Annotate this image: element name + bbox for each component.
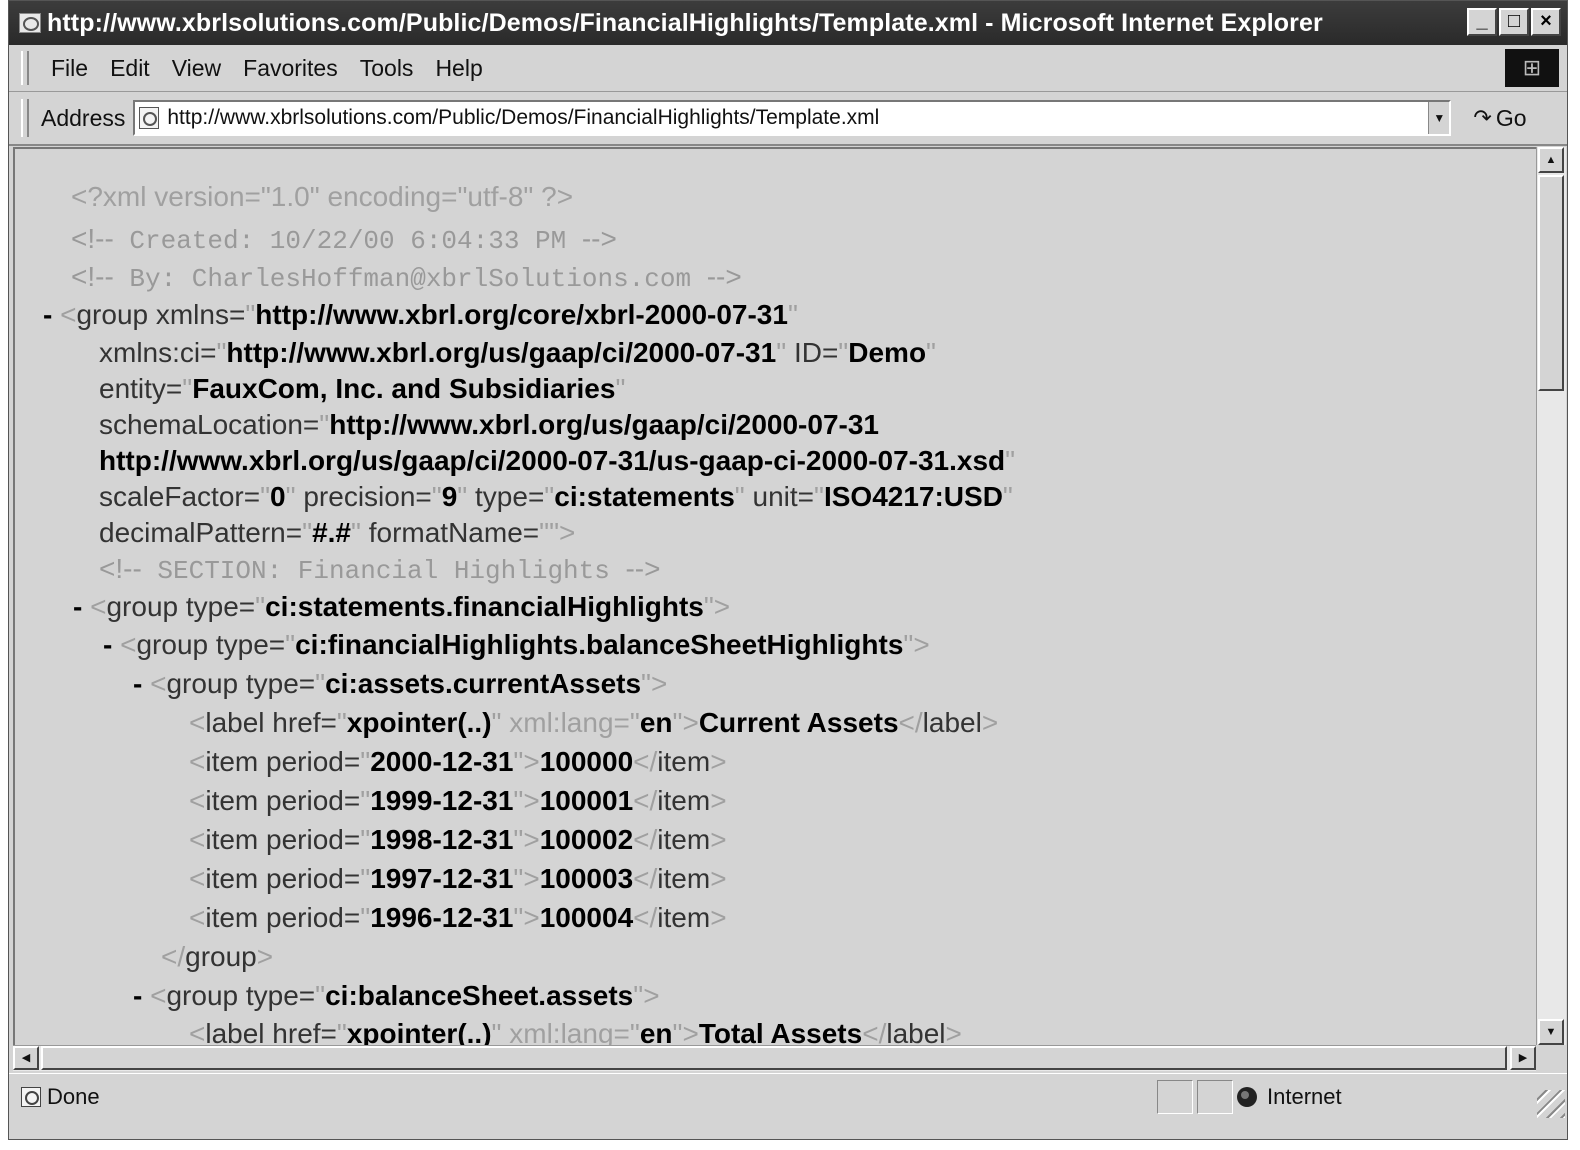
xml-group-root-open[interactable]: - <group xmlns="http://www.xbrl.org/core…: [43, 297, 798, 333]
zone-label: Internet: [1267, 1084, 1342, 1109]
address-bar: Address http://www.xbrlsolutions.com/Pub…: [9, 92, 1567, 146]
address-dropdown-button[interactable]: ▼: [1428, 102, 1450, 134]
address-input[interactable]: http://www.xbrlsolutions.com/Public/Demo…: [133, 100, 1452, 136]
status-pane: [1157, 1080, 1193, 1114]
xml-attr-line: schemaLocation="http://www.xbrl.org/us/g…: [99, 409, 879, 440]
menu-bar: File Edit View Favorites Tools Help ⊞: [9, 45, 1567, 92]
xml-group-open[interactable]: - <group type="ci:balanceSheet.assets">: [133, 978, 660, 1014]
ie-page-icon: [19, 13, 41, 33]
collapse-toggle[interactable]: -: [133, 980, 142, 1011]
xml-item-element: <item period="1998-12-31">100002</item>: [189, 824, 727, 855]
go-arrow-icon: ↷: [1473, 105, 1492, 130]
horizontal-scrollbar[interactable]: ◀ ▶: [13, 1045, 1536, 1071]
xml-item-element: <item period="1996-12-31">100004</item>: [189, 902, 727, 933]
xml-label-element: <label href="xpointer(..)" xml:lang="en"…: [189, 707, 999, 738]
xml-declaration: <?xml version="1.0" encoding="utf-8" ?>: [71, 181, 574, 212]
collapse-toggle[interactable]: -: [43, 299, 52, 330]
title-bar: http://www.xbrlsolutions.com/Public/Demo…: [9, 1, 1567, 45]
xml-document-view: <?xml version="1.0" encoding="utf-8" ?> …: [13, 147, 1538, 1047]
xml-attr-line: entity="FauxCom, Inc. and Subsidiaries": [99, 373, 626, 404]
minimize-button[interactable]: _: [1467, 8, 1497, 36]
window-title: http://www.xbrlsolutions.com/Public/Demo…: [47, 8, 1323, 37]
xml-group-open[interactable]: - <group type="ci:assets.currentAssets">: [133, 666, 667, 702]
xml-group-open[interactable]: - <group type="ci:statements.financialHi…: [73, 589, 730, 625]
globe-icon: [1237, 1087, 1257, 1107]
scroll-left-button[interactable]: ◀: [13, 1046, 39, 1070]
xml-comment: <!-- SECTION: Financial Highlights -->: [99, 553, 661, 586]
address-url[interactable]: http://www.xbrlsolutions.com/Public/Demo…: [167, 106, 879, 130]
go-label: Go: [1495, 104, 1527, 131]
xml-attr-line: scaleFactor="0" precision="9" type="ci:s…: [99, 481, 1013, 512]
xml-group-open[interactable]: - <group type="ci:financialHighlights.ba…: [103, 627, 930, 663]
menu-file[interactable]: File: [51, 55, 88, 82]
resize-grip[interactable]: [1537, 1090, 1565, 1118]
window-controls: _ □ ×: [1467, 8, 1561, 36]
collapse-toggle[interactable]: -: [133, 668, 142, 699]
scroll-right-button[interactable]: ▶: [1510, 1046, 1536, 1070]
go-button[interactable]: ↷ Go: [1473, 105, 1526, 132]
xml-group-close: </group>: [161, 941, 274, 972]
scroll-down-button[interactable]: ▼: [1538, 1019, 1564, 1045]
security-zone[interactable]: Internet: [1237, 1080, 1342, 1114]
menu-edit[interactable]: Edit: [110, 55, 150, 82]
menu-help[interactable]: Help: [435, 55, 482, 82]
close-button[interactable]: ×: [1531, 8, 1561, 36]
xml-attr-line: xmlns:ci="http://www.xbrl.org/us/gaap/ci…: [99, 337, 936, 368]
toolbar-grip[interactable]: [21, 51, 29, 85]
browser-window: http://www.xbrlsolutions.com/Public/Demo…: [8, 0, 1568, 1140]
toolbar-grip[interactable]: [21, 99, 29, 137]
xml-label-element: <label href="xpointer(..)" xml:lang="en"…: [189, 1018, 962, 1047]
xml-item-element: <item period="1999-12-31">100001</item>: [189, 785, 727, 816]
xml-item-element: <item period="2000-12-31">100000</item>: [189, 746, 727, 777]
status-pane: [1197, 1080, 1233, 1114]
horizontal-scroll-thumb[interactable]: [41, 1046, 1507, 1070]
page-icon: [139, 107, 160, 129]
menu-favorites[interactable]: Favorites: [243, 55, 338, 82]
address-label: Address: [41, 104, 126, 131]
xml-comment: <!-- By: CharlesHoffman@xbrlSolutions.co…: [71, 261, 742, 294]
windows-logo-icon: ⊞: [1505, 49, 1559, 87]
collapse-toggle[interactable]: -: [103, 629, 112, 660]
vertical-scrollbar[interactable]: ▲ ▼: [1536, 147, 1566, 1045]
scroll-up-button[interactable]: ▲: [1538, 147, 1564, 173]
page-done-icon: [21, 1087, 41, 1107]
xml-comment: <!-- Created: 10/22/00 6:04:33 PM -->: [71, 223, 617, 256]
maximize-button[interactable]: □: [1499, 8, 1529, 36]
xml-attr-line: http://www.xbrl.org/us/gaap/ci/2000-07-3…: [99, 445, 1016, 476]
menu-view[interactable]: View: [172, 55, 221, 82]
xml-attr-line: decimalPattern="#.#" formatName="">: [99, 517, 576, 548]
status-text: Done: [47, 1084, 100, 1109]
status-bar: Done Internet: [9, 1073, 1567, 1120]
menu-tools[interactable]: Tools: [360, 55, 414, 82]
vertical-scroll-thumb[interactable]: [1538, 175, 1564, 391]
collapse-toggle[interactable]: -: [73, 591, 82, 622]
xml-item-element: <item period="1997-12-31">100003</item>: [189, 863, 727, 894]
